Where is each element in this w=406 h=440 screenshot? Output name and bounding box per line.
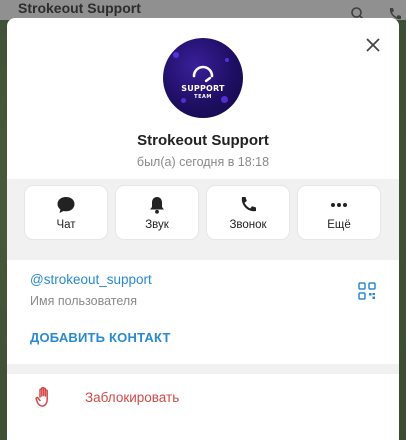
sound-button-label: Звук [145, 219, 169, 231]
avatar[interactable]: SUPPORT TEAM [163, 38, 243, 118]
chat-icon [57, 197, 75, 213]
avatar-logo-text: SUPPORT [181, 84, 225, 93]
last-seen-status: был(а) сегодня в 18:18 [136, 155, 270, 169]
chat-button[interactable]: Чат [25, 186, 107, 239]
username-caption: Имя пользователя [30, 294, 137, 308]
headset-icon [192, 65, 214, 83]
phone-icon [241, 197, 256, 212]
avatar-logo-subtext: TEAM [194, 94, 212, 100]
call-button-label: Звонок [229, 219, 267, 231]
profile-dialog: SUPPORT TEAM Strokeout Support был(а) се… [7, 18, 399, 440]
section-divider [7, 364, 399, 374]
qr-code-icon[interactable] [358, 282, 376, 300]
chat-button-label: Чат [56, 219, 76, 231]
more-button[interactable]: Ещё [298, 186, 380, 239]
username-link[interactable]: @strokeout_support [30, 272, 152, 287]
add-contact-button[interactable]: ДОБАВИТЬ КОНТАКТ [30, 330, 171, 345]
profile-name: Strokeout Support [137, 132, 269, 149]
call-button[interactable]: Звонок [207, 186, 289, 239]
more-icon [331, 203, 347, 207]
hand-stop-icon [35, 386, 48, 407]
sound-button[interactable]: Звук [116, 186, 198, 239]
block-user-button[interactable]: Заблокировать [7, 374, 399, 424]
close-icon[interactable] [365, 37, 381, 53]
more-button-label: Ещё [327, 219, 351, 231]
block-user-label: Заблокировать [85, 390, 180, 405]
bell-icon [150, 197, 164, 214]
